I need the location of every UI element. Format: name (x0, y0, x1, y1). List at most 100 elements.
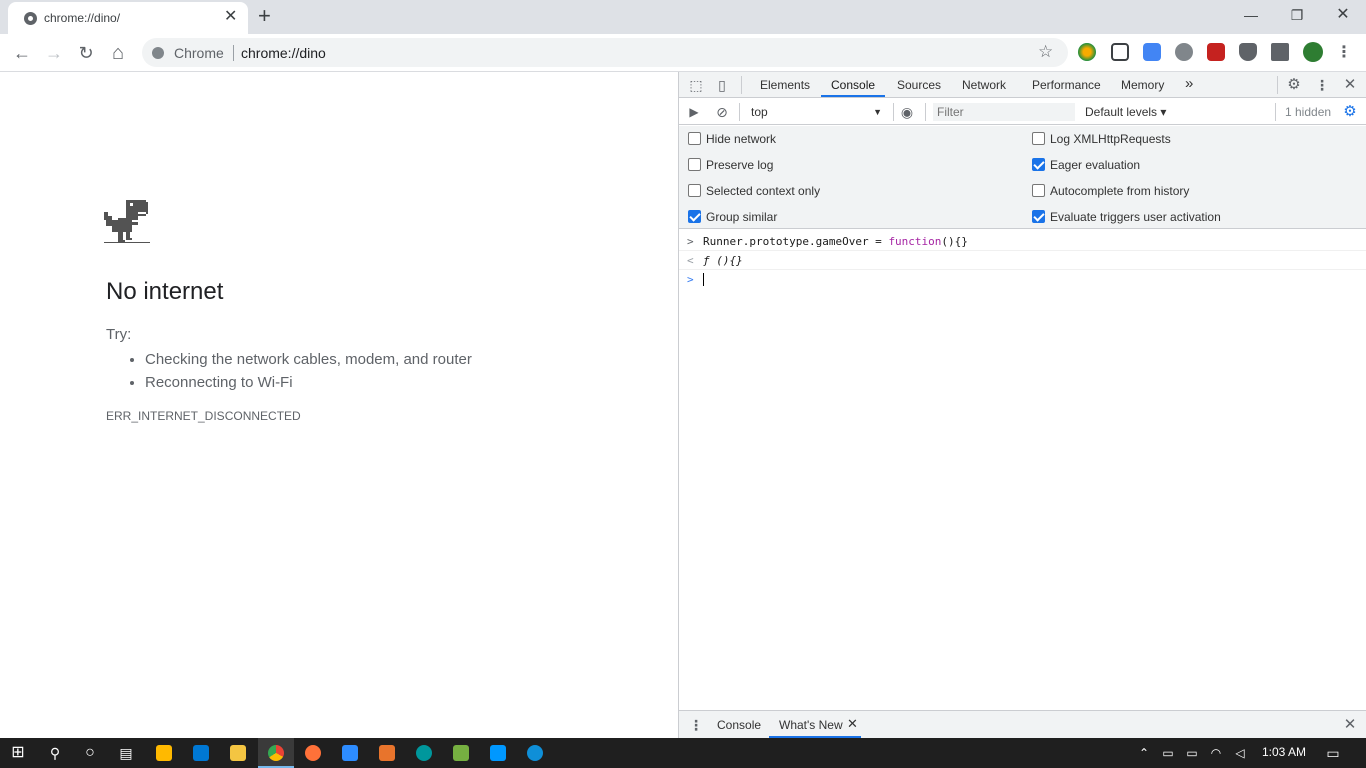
home-button[interactable]: ⌂ (106, 41, 130, 65)
filter-input[interactable] (933, 103, 1075, 121)
devtools-drawer-bar: ⋮ Console What's New ✕ ✕ (679, 710, 1366, 738)
console-result[interactable]: ƒ (){} (703, 254, 743, 267)
edge-icon[interactable] (527, 745, 543, 761)
devtools-panel: ⬚ ▯ Elements Console Sources Network Per… (678, 72, 1366, 738)
log-xhr-checkbox[interactable] (1032, 132, 1045, 145)
customize-kebab-icon[interactable]: ⋮ (1313, 76, 1331, 94)
avatar[interactable] (1303, 42, 1323, 62)
tab-elements[interactable]: Elements (760, 78, 810, 92)
log-levels-dropdown[interactable]: Default levels ▾ (1085, 105, 1166, 119)
eager-evaluation-checkbox[interactable] (1032, 158, 1045, 171)
shield-icon[interactable] (1239, 43, 1257, 61)
context-value: top (751, 105, 768, 119)
reload-button[interactable]: ↻ (74, 41, 98, 65)
inspect-element-icon[interactable]: ⬚ (687, 76, 705, 94)
forward-button[interactable]: → (42, 41, 66, 65)
error-page: No internet Try: Checking the network ca… (0, 72, 678, 738)
context-select[interactable]: top ▼ (747, 102, 884, 122)
vscode-icon[interactable] (490, 745, 506, 761)
output-chevron-icon: < (687, 254, 694, 267)
file-explorer-icon[interactable] (230, 745, 246, 761)
chrome-icon[interactable] (268, 745, 284, 761)
search-icon[interactable]: ⚲ (44, 743, 66, 763)
divider (925, 103, 926, 121)
site-info-icon[interactable] (152, 47, 164, 59)
zoom-icon[interactable] (342, 745, 358, 761)
chevron-down-icon: ▼ (873, 107, 882, 117)
prompt-chevron-icon: > (687, 273, 694, 286)
tab-network[interactable]: Network (962, 78, 1006, 92)
utorrent-icon[interactable] (453, 745, 469, 761)
page-title: No internet (106, 278, 224, 305)
close-drawer-icon[interactable]: ✕ (1341, 716, 1359, 734)
drawer-menu-kebab-icon[interactable]: ⋮ (687, 716, 705, 734)
network-status-icon[interactable]: ▭ (1157, 743, 1179, 763)
arduino-icon[interactable] (416, 745, 432, 761)
autocomplete-history-checkbox[interactable] (1032, 184, 1045, 197)
hide-network-checkbox[interactable] (688, 132, 701, 145)
address-bar[interactable]: Chrome chrome://dino ☆ (142, 38, 1068, 67)
divider (739, 103, 740, 121)
tab-title: chrome://dino/ (44, 11, 121, 25)
tab-console[interactable]: Console (831, 78, 875, 92)
minimize-button[interactable]: — (1228, 0, 1274, 32)
show-hidden-icons-chevron-icon[interactable]: ⌃ (1133, 743, 1155, 763)
notifications-icon[interactable]: ▭ (1322, 743, 1344, 763)
divider (1275, 103, 1276, 121)
store-icon[interactable] (156, 745, 172, 761)
extension-globe-icon[interactable] (1078, 43, 1096, 61)
gear-icon[interactable]: ⚙ (1285, 76, 1303, 94)
puzzle-icon[interactable] (1271, 43, 1289, 61)
console-toolbar: ▶ ⊘ top ▼ ◉ Default levels ▾ 1 hidden ⚙ (679, 99, 1366, 125)
close-devtools-icon[interactable]: ✕ (1341, 76, 1359, 94)
mail-icon[interactable] (193, 745, 209, 761)
maximize-button[interactable]: ❐ (1274, 0, 1320, 32)
battery-icon[interactable]: ▭ (1181, 743, 1203, 763)
bookmark-star-icon[interactable]: ☆ (1038, 42, 1053, 62)
drawer-tab-whats-new[interactable]: What's New (779, 718, 843, 732)
omnibox-brand: Chrome (174, 45, 224, 61)
console-prompt[interactable]: > (679, 270, 1366, 289)
back-button[interactable]: ← (10, 41, 34, 65)
dino-icon[interactable] (104, 200, 150, 246)
sidebar-toggle-icon[interactable]: ▶ (685, 103, 703, 121)
console-output[interactable]: > Runner.prototype.gameOver = function()… (679, 230, 1366, 710)
cortana-icon[interactable]: ○ (79, 743, 101, 763)
pdf-extension-icon[interactable] (1207, 43, 1225, 61)
error-code: ERR_INTERNET_DISCONNECTED (106, 409, 301, 423)
extension-badge-icon[interactable] (1175, 43, 1193, 61)
active-tab-indicator (821, 95, 885, 97)
firefox-icon[interactable] (305, 745, 321, 761)
omnibox-url[interactable]: chrome://dino (241, 45, 326, 61)
console-settings-gear-icon[interactable]: ⚙ (1341, 103, 1359, 121)
volume-icon[interactable]: ◁ (1229, 743, 1251, 763)
browser-tab[interactable]: chrome://dino/ ✕ (8, 2, 248, 34)
clear-console-icon[interactable]: ⊘ (713, 103, 731, 121)
new-tab-button[interactable]: + (258, 3, 271, 29)
evaluate-triggers-checkbox[interactable] (1032, 210, 1045, 223)
task-view-icon[interactable]: ▤ (115, 743, 137, 763)
device-toolbar-icon[interactable]: ▯ (713, 76, 731, 94)
tab-close-icon[interactable]: ✕ (224, 8, 237, 26)
more-tabs-icon[interactable]: » (1185, 75, 1193, 92)
close-whats-new-icon[interactable]: ✕ (847, 716, 858, 732)
hidden-count: 1 hidden (1285, 105, 1332, 119)
selected-context-checkbox[interactable] (688, 184, 701, 197)
live-expression-eye-icon[interactable]: ◉ (898, 103, 916, 121)
wifi-icon[interactable]: ◠ (1205, 743, 1227, 763)
preserve-log-checkbox[interactable] (688, 158, 701, 171)
translate-icon[interactable] (1143, 43, 1161, 61)
app-icon[interactable] (379, 745, 395, 761)
divider (1277, 76, 1278, 94)
drawer-tab-console[interactable]: Console (717, 718, 761, 732)
menu-kebab-icon[interactable]: ⋮ (1332, 41, 1356, 65)
tab-sources[interactable]: Sources (897, 78, 941, 92)
console-command[interactable]: Runner.prototype.gameOver = function(){} (703, 235, 968, 248)
tab-memory[interactable]: Memory (1121, 78, 1164, 92)
tab-performance[interactable]: Performance (1032, 78, 1101, 92)
picture-in-picture-icon[interactable] (1111, 43, 1129, 61)
group-similar-checkbox[interactable] (688, 210, 701, 223)
windows-start-icon[interactable]: ⊞ (7, 743, 29, 763)
clock[interactable]: 1:03 AM (1262, 745, 1306, 759)
close-window-button[interactable]: ✕ (1320, 0, 1366, 32)
